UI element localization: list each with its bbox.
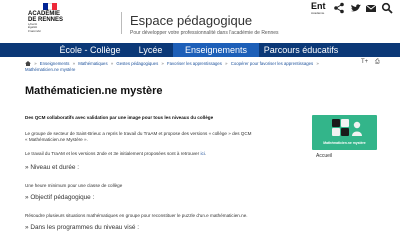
site-title[interactable]: Espace pédagogique <box>130 13 252 28</box>
page-tools: T+ ⎙ <box>361 59 381 67</box>
print-icon[interactable]: ⎙ <box>375 59 380 65</box>
card-title: Mathématicien.ne mystère <box>323 141 366 145</box>
section-heading-objectif: » Objectif pédagogique : <box>25 194 95 201</box>
ent-link[interactable]: Ent <box>311 2 326 11</box>
site-header: ACADÉMIE DE RENNES Liberté Égalité Frate… <box>0 0 400 43</box>
search-icon[interactable] <box>381 2 393 14</box>
sidebar-caption[interactable]: Accueil <box>316 153 332 159</box>
site-subtitle: Pour développer votre professionnalité d… <box>130 30 279 36</box>
main-nav: École - Collège Lycée Enseignements Parc… <box>0 43 400 57</box>
breadcrumb-current: Mathématicien.ne mystère <box>25 67 76 72</box>
nav-parcours-educatifs[interactable]: Parcours éducatifs <box>259 43 343 57</box>
nav-enseignements[interactable]: Enseignements <box>173 43 259 57</box>
article-p2-text: Le travail du TraAM et les versions 2nde… <box>25 151 200 156</box>
article-p1-line2: « Mathématicien.ne Mystère ». <box>25 137 88 142</box>
breadcrumb-cooperer[interactable]: Coopérer pour favoriser les apprentissag… <box>231 61 313 66</box>
article-p2-link[interactable]: ici <box>200 151 204 156</box>
nav-lycee[interactable]: Lycée <box>128 43 173 57</box>
ent-sublabel: Académie <box>311 11 325 15</box>
twitter-icon[interactable] <box>350 2 362 14</box>
french-flag-icon <box>43 3 58 10</box>
article-p2: Le travail du TraAM et les versions 2nde… <box>25 151 207 156</box>
puzzle-person-icon <box>332 119 362 136</box>
article-lead: Des QCM collaboratifs avec validation pa… <box>25 115 214 120</box>
page-title: Mathématicien.ne mystère <box>25 85 163 97</box>
article-p3: Une heure minimum pour une classe de col… <box>25 183 123 188</box>
breadcrumb-enseignements[interactable]: Enseignements <box>40 61 70 66</box>
text-size-button[interactable]: T+ <box>361 59 368 65</box>
section-heading-niveau: » Niveau et durée : <box>25 164 79 171</box>
breadcrumb-favoriser[interactable]: Favoriser les apprentissages <box>167 61 222 66</box>
share-icon[interactable] <box>333 2 345 14</box>
home-icon[interactable] <box>25 61 31 66</box>
academie-logo[interactable]: ACADÉMIE DE RENNES Liberté Égalité Frate… <box>28 2 72 40</box>
breadcrumb-mathematiques[interactable]: Mathématiques <box>78 61 107 66</box>
article-p4: Résoudre plusieurs situations mathématiq… <box>25 213 248 218</box>
breadcrumb-gestes[interactable]: Gestes pédagogiques <box>116 61 158 66</box>
sidebar-card-image[interactable]: Mathématicien.ne mystère <box>312 115 377 150</box>
section-heading-programmes: » Dans les programmes du niveau visé : <box>25 224 140 231</box>
header-divider <box>121 12 122 34</box>
nav-ecole-college[interactable]: École - Collège <box>52 43 128 57</box>
email-icon[interactable] <box>365 2 377 14</box>
breadcrumb: » Enseignements » Mathématiques » Gestes… <box>25 61 319 72</box>
logo-motto-3: Fraternité <box>28 28 41 33</box>
